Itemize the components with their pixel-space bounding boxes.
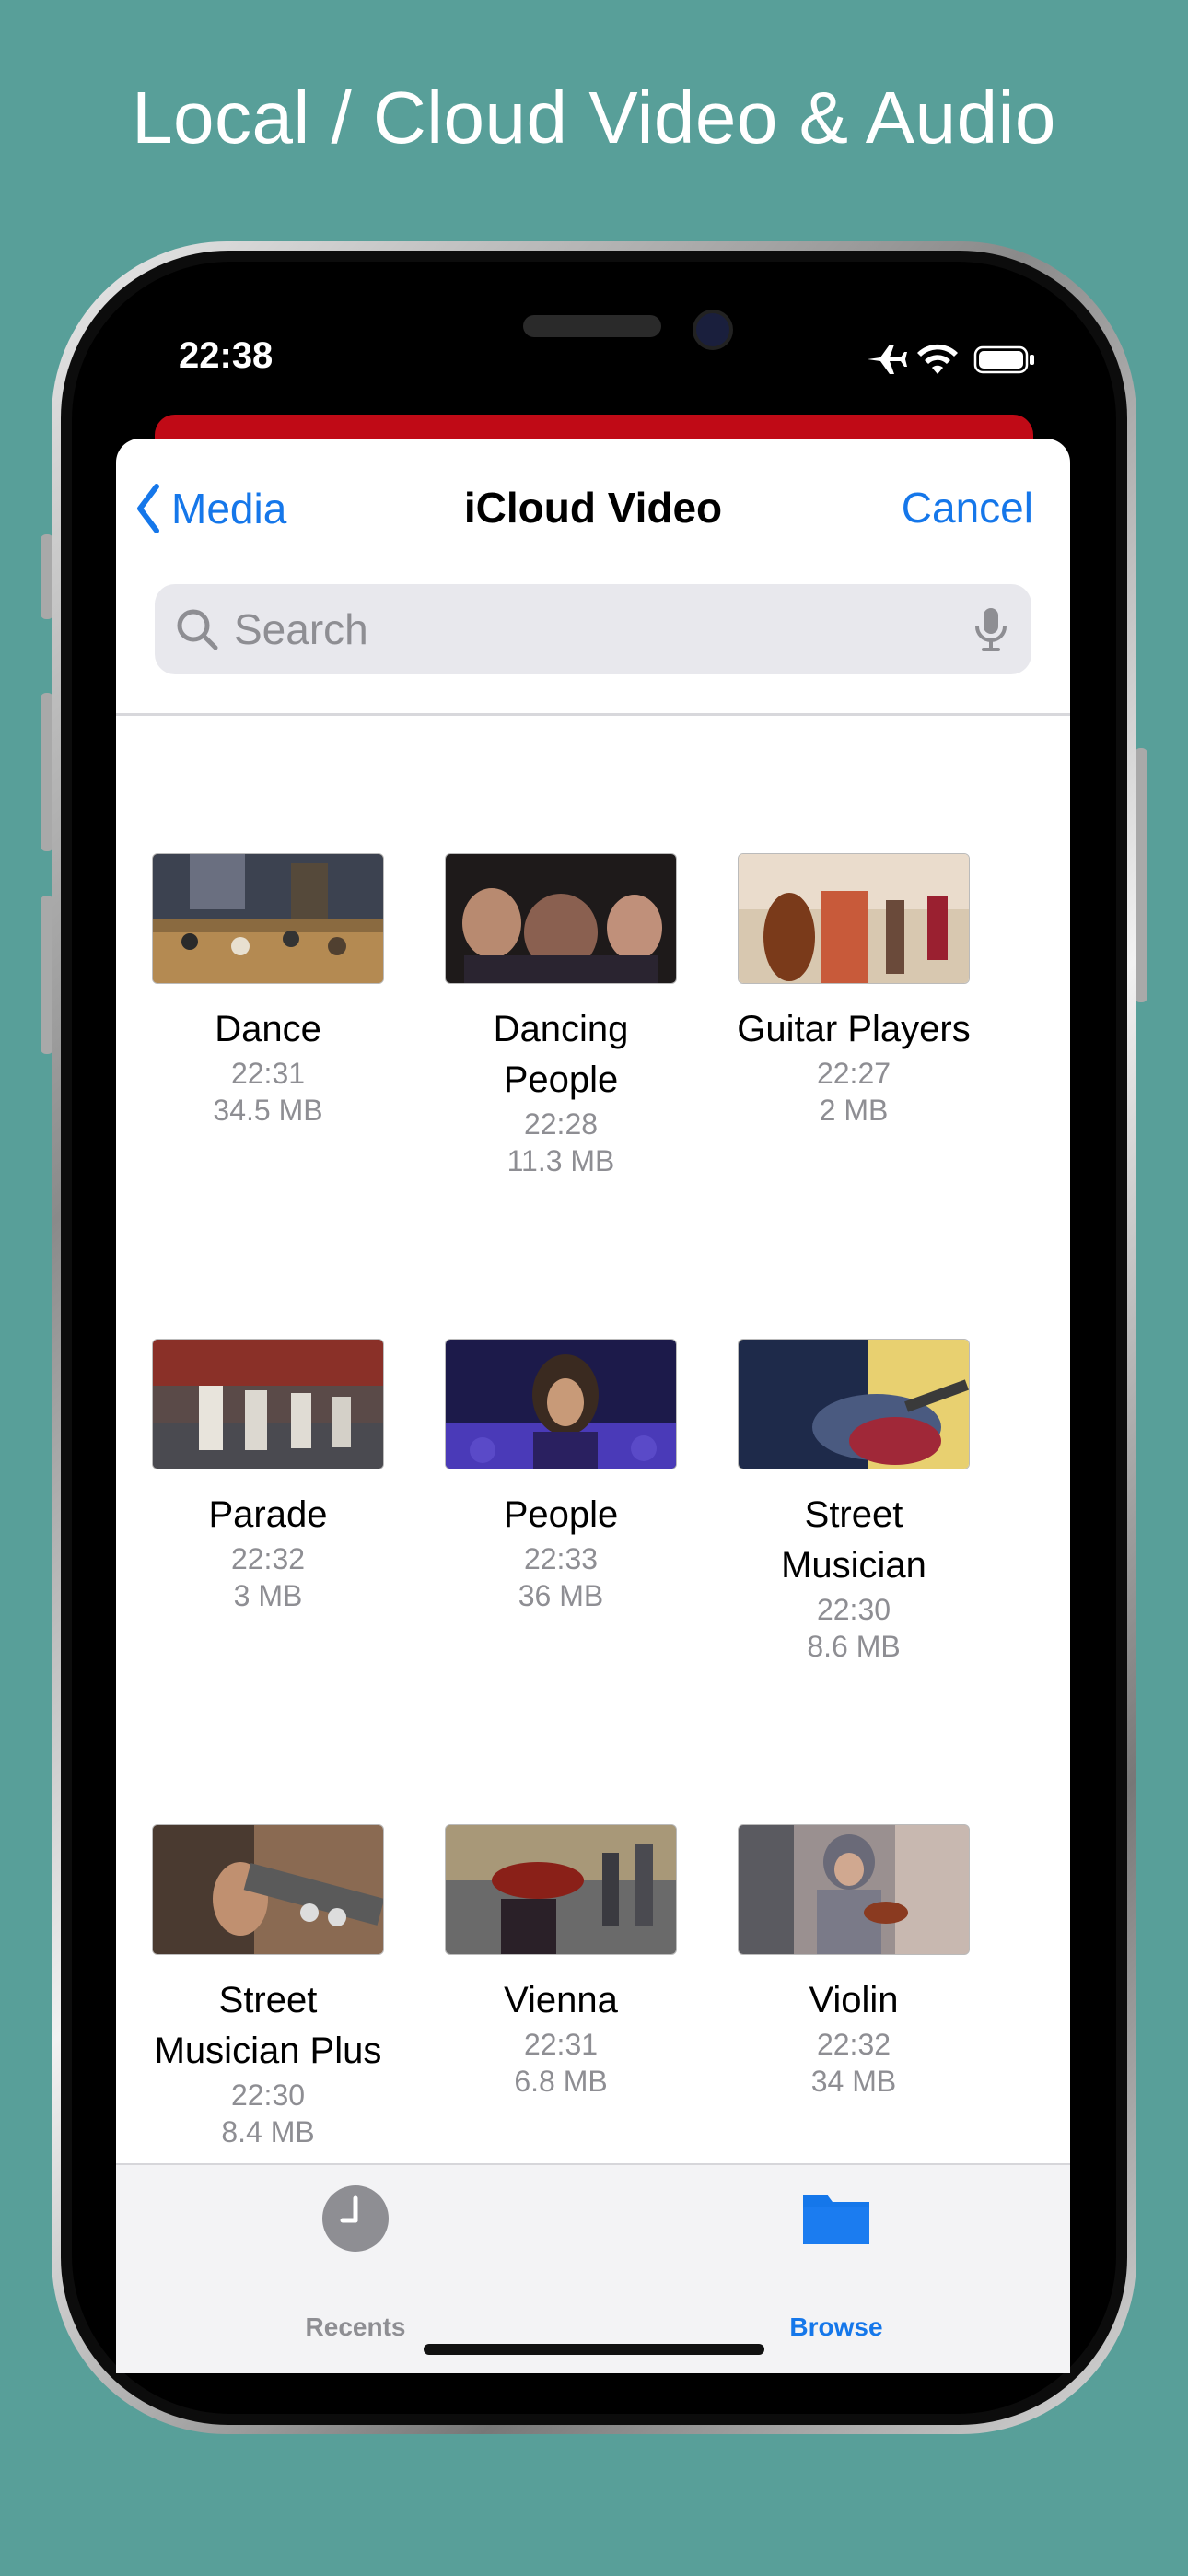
earpiece-speaker (523, 315, 661, 337)
back-button[interactable]: Media (134, 483, 286, 534)
file-size: 6.8 MB (514, 2065, 608, 2098)
file-time: 22:32 (816, 2028, 891, 2061)
wifi-icon (917, 344, 958, 374)
file-name: Guitar Players (737, 1009, 971, 1049)
file-item-street-musician[interactable]: Street Musician 22:30 8.6 MB (707, 1339, 1000, 1665)
file-size: 34 MB (810, 2065, 897, 2098)
file-size: 2 MB (819, 1094, 889, 1127)
video-thumbnail (738, 853, 970, 984)
file-size: 3 MB (233, 1579, 303, 1612)
file-time: 22:30 (230, 2078, 306, 2112)
tab-label: Recents (305, 2313, 406, 2341)
folder-icon (803, 2195, 869, 2244)
tab-bar: Recents Browse (116, 2163, 1070, 2373)
file-size: 8.4 MB (221, 2115, 315, 2149)
file-item-parade[interactable]: Parade 22:32 3 MB (122, 1339, 414, 1614)
file-name: Dancing People (493, 1009, 629, 1100)
file-item-street-musician-plus[interactable]: Street Musician Plus 22:30 8.4 MB (122, 1824, 414, 2150)
file-time: 22:28 (523, 1107, 599, 1141)
video-thumbnail (738, 1824, 970, 1955)
tab-browse[interactable]: Browse (698, 2165, 974, 2373)
video-thumbnail (445, 1339, 677, 1469)
file-item-people[interactable]: People 22:33 36 MB (414, 1339, 707, 1614)
file-size: 11.3 MB (507, 1144, 615, 1177)
video-thumbnail (152, 1339, 384, 1469)
video-thumbnail (738, 1339, 970, 1469)
file-name: Dance (215, 1009, 321, 1049)
front-camera (693, 310, 733, 350)
video-thumbnail (152, 853, 384, 984)
back-button-label: Media (171, 485, 287, 533)
file-name: People (503, 1494, 619, 1535)
battery-icon (973, 345, 1034, 374)
divider (116, 713, 1070, 716)
file-item-dancing-people[interactable]: Dancing People 22:28 11.3 MB (414, 853, 707, 1179)
home-indicator (424, 2344, 764, 2355)
file-name: Street Musician (781, 1494, 926, 1586)
file-name: Street Musician Plus (154, 1980, 382, 2071)
video-thumbnail (152, 1824, 384, 1955)
file-size: 8.6 MB (807, 1630, 901, 1663)
search-input[interactable] (232, 603, 954, 655)
file-time: 22:31 (230, 1057, 306, 1090)
file-name: Vienna (504, 1980, 618, 2020)
file-time: 22:30 (816, 1593, 891, 1626)
headline: Local / Cloud Video & Audio (132, 76, 1056, 158)
search-icon (177, 609, 218, 650)
status-time: 22:38 (179, 335, 274, 376)
clock-icon (322, 2185, 389, 2252)
file-size: 36 MB (518, 1579, 604, 1612)
file-time: 22:33 (523, 1542, 599, 1575)
search-bar (155, 584, 1031, 674)
file-time: 22:27 (816, 1057, 891, 1090)
microphone-icon (975, 608, 1007, 651)
airplane-icon (868, 345, 907, 374)
tab-label: Browse (789, 2313, 883, 2341)
file-item-guitar-players[interactable]: Guitar Players 22:27 2 MB (707, 853, 1000, 1129)
chevron-left-icon (137, 484, 159, 533)
tab-recents[interactable]: Recents (217, 2165, 494, 2373)
status-icons (866, 341, 1041, 378)
file-size: 34.5 MB (213, 1094, 323, 1127)
file-item-vienna[interactable]: Vienna 22:31 6.8 MB (414, 1824, 707, 2100)
document-picker-sheet: Media iCloud Video Cancel Dance 22:31 34… (116, 439, 1070, 2373)
file-time: 22:31 (523, 2028, 599, 2061)
file-name: Parade (208, 1494, 328, 1535)
file-item-violin[interactable]: Violin 22:32 34 MB (707, 1824, 1000, 2100)
video-thumbnail (445, 853, 677, 984)
file-name: Violin (809, 1980, 899, 2020)
cancel-button[interactable]: Cancel (902, 483, 1033, 533)
file-time: 22:32 (230, 1542, 306, 1575)
phone-power-button (1135, 748, 1147, 1002)
file-item-dance[interactable]: Dance 22:31 34.5 MB (122, 853, 414, 1129)
video-thumbnail (445, 1824, 677, 1955)
